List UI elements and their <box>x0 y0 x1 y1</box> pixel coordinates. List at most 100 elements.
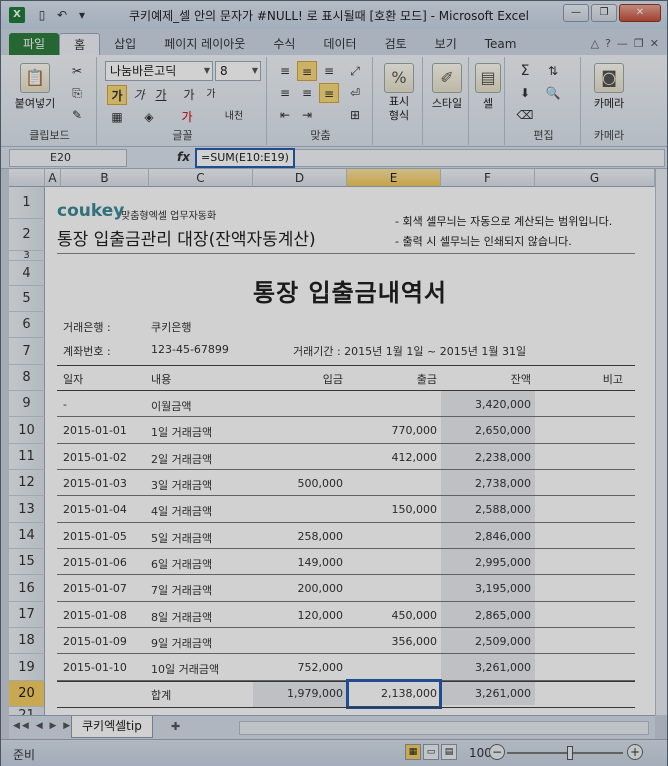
table-cell-date[interactable]: 2015-01-05 <box>63 530 149 543</box>
row-header-3[interactable]: 3 <box>9 250 45 261</box>
table-cell-date[interactable]: 2015-01-02 <box>63 451 149 464</box>
row-header-12[interactable]: 12 <box>9 470 45 496</box>
row-header-6[interactable]: 6 <box>9 312 45 338</box>
table-cell-date[interactable]: 2015-01-09 <box>63 635 149 648</box>
copy-icon[interactable]: ⎘ <box>67 83 87 103</box>
row-header-18[interactable]: 18 <box>9 628 45 654</box>
normal-view-icon[interactable]: ▦ <box>405 744 421 760</box>
wrap-text-icon[interactable]: ⏎ <box>345 83 365 103</box>
sheet-tab-active[interactable]: 쿠키엑셀tip <box>71 716 153 738</box>
bold-button[interactable]: 가 <box>107 85 127 105</box>
table-cell-withdraw[interactable]: 412,000 <box>347 451 438 464</box>
table-cell-withdraw[interactable]: 770,000 <box>347 424 438 437</box>
minimize-button[interactable]: — <box>563 4 589 22</box>
italic-button[interactable]: 가 <box>129 85 149 105</box>
table-cell-description[interactable]: 3일 거래금액 <box>151 477 251 493</box>
grow-font-button[interactable]: 가 <box>179 85 199 105</box>
row-header-10[interactable]: 10 <box>9 417 45 444</box>
table-cell-deposit[interactable]: 258,000 <box>253 530 344 543</box>
fill-icon[interactable]: ⬇ <box>515 83 535 103</box>
tab-page-layout[interactable]: 페이지 레이아웃 <box>150 33 259 55</box>
zoom-in-icon[interactable]: + <box>627 744 643 760</box>
table-cell-date[interactable]: 2015-01-06 <box>63 556 149 569</box>
styles-button[interactable]: ✐ 스타일 <box>429 63 465 111</box>
column-header-c[interactable]: C <box>149 169 253 187</box>
doc-minimize-icon[interactable]: — <box>617 37 628 50</box>
table-cell-description[interactable]: 1일 거래금액 <box>151 424 251 440</box>
table-cell-deposit[interactable]: 200,000 <box>253 582 344 595</box>
increase-indent-icon[interactable]: ⇥ <box>297 105 317 125</box>
column-header-d[interactable]: D <box>253 169 347 187</box>
sort-filter-icon[interactable]: ⇅ <box>543 61 563 81</box>
row-header-16[interactable]: 16 <box>9 575 45 602</box>
column-header-g[interactable]: G <box>535 169 655 187</box>
help-icon[interactable]: ? <box>605 37 611 50</box>
table-cell-date[interactable]: 2015-01-07 <box>63 582 149 595</box>
orientation-icon[interactable]: ⤢ <box>345 61 365 81</box>
decrease-indent-icon[interactable]: ⇤ <box>275 105 295 125</box>
tab-home[interactable]: 홈 <box>59 33 101 55</box>
row-header-11[interactable]: 11 <box>9 444 45 470</box>
align-left-icon[interactable]: ≡ <box>275 83 295 103</box>
table-cell-deposit[interactable]: 752,000 <box>253 661 344 674</box>
name-box[interactable]: E20 <box>9 149 127 167</box>
save-icon[interactable]: ▯ <box>35 8 49 22</box>
align-bottom-icon[interactable]: ≡ <box>319 61 339 81</box>
table-cell-description[interactable]: 6일 거래금액 <box>151 556 251 572</box>
table-cell-description[interactable]: 10일 거래금액 <box>151 661 251 677</box>
row-header-14[interactable]: 14 <box>9 523 45 549</box>
row-header-7[interactable]: 7 <box>9 338 45 365</box>
table-cell-date[interactable]: 2015-01-01 <box>63 424 149 437</box>
autosum-icon[interactable]: Σ <box>515 61 535 81</box>
camera-button[interactable]: ◙ 카메라 <box>589 63 629 111</box>
table-cell-date[interactable]: 2015-01-08 <box>63 609 149 622</box>
table-cell-date[interactable]: 2015-01-03 <box>63 477 149 490</box>
table-cell-balance[interactable]: 2,995,000 <box>441 556 531 569</box>
row-header-15[interactable]: 15 <box>9 549 45 575</box>
tab-file[interactable]: 파일 <box>9 33 60 55</box>
tab-review[interactable]: 검토 <box>371 33 421 55</box>
table-cell-deposit[interactable]: 120,000 <box>253 609 344 622</box>
table-cell-description[interactable]: 2일 거래금액 <box>151 451 251 467</box>
undo-icon[interactable]: ↶ <box>55 8 69 22</box>
font-size-select[interactable]: 8 ▼ <box>215 61 261 81</box>
column-header-b[interactable]: B <box>61 169 149 187</box>
column-header-e[interactable]: E <box>347 169 441 187</box>
clear-icon[interactable]: ⌫ <box>515 105 535 125</box>
tab-formulas[interactable]: 수식 <box>259 33 309 55</box>
row-header-1[interactable]: 1 <box>9 187 45 219</box>
fill-color-icon[interactable]: ◈ <box>139 107 159 127</box>
collapse-ribbon-icon[interactable]: △ <box>591 37 599 50</box>
excel-logo-icon[interactable]: X <box>9 7 25 23</box>
table-cell-description[interactable]: 8일 거래금액 <box>151 609 251 625</box>
row-header-9[interactable]: 9 <box>9 391 45 417</box>
row-header-8[interactable]: 8 <box>9 365 45 391</box>
phonetic-button[interactable]: 내천 <box>217 107 251 127</box>
cut-icon[interactable]: ✂ <box>67 61 87 81</box>
row-header-2[interactable]: 2 <box>9 219 45 251</box>
table-cell-balance[interactable]: 3,261,000 <box>441 661 531 674</box>
align-right-icon[interactable]: ≡ <box>319 83 339 103</box>
row-header-5[interactable]: 5 <box>9 286 45 312</box>
page-layout-view-icon[interactable]: ▭ <box>423 744 439 760</box>
tab-insert[interactable]: 삽입 <box>100 33 150 55</box>
zoom-slider-handle[interactable] <box>567 746 573 760</box>
page-break-view-icon[interactable]: ▤ <box>441 744 457 760</box>
table-cell-description[interactable]: 4일 거래금액 <box>151 503 251 519</box>
tab-view[interactable]: 보기 <box>421 33 471 55</box>
doc-restore-icon[interactable]: ❐ <box>634 37 644 50</box>
column-header-a[interactable]: A <box>45 169 61 187</box>
horizontal-scrollbar[interactable] <box>239 721 649 735</box>
table-cell-description[interactable]: 7일 거래금액 <box>151 582 251 598</box>
align-middle-icon[interactable]: ≡ <box>297 61 317 81</box>
merge-center-icon[interactable]: ⊞ <box>345 105 365 125</box>
table-cell-date[interactable]: - <box>63 398 149 411</box>
font-name-select[interactable]: 나눔바른고딕 ▼ <box>105 61 213 81</box>
table-cell-balance[interactable]: 2,846,000 <box>441 530 531 543</box>
row-header-21[interactable]: 21 <box>9 707 45 715</box>
redo-icon[interactable]: ▾ <box>75 8 89 22</box>
table-cell-description[interactable]: 이월금액 <box>151 398 251 414</box>
number-format-button[interactable]: % 표시 형식 <box>381 63 417 123</box>
table-cell-balance[interactable]: 2,588,000 <box>441 503 531 516</box>
vertical-scrollbar[interactable] <box>655 169 667 715</box>
